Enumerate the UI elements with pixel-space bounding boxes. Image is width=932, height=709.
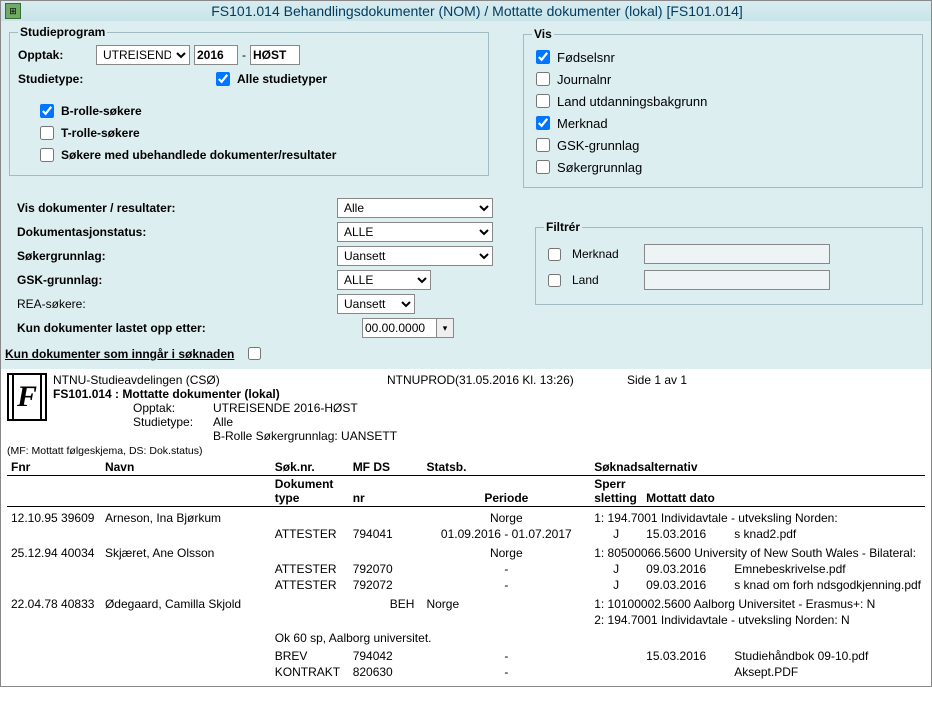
rea-select[interactable]: Uansett (337, 294, 415, 314)
report-table: Fnr Navn Søk.nr. MF DS Statsb. Søknadsal… (7, 459, 925, 680)
alle-studietyper-checkbox[interactable] (216, 72, 230, 86)
vis-land-checkbox[interactable] (536, 94, 550, 108)
kun-dato-label: Kun dokumenter lastet opp etter: (17, 321, 337, 335)
t-rolle-checkbox[interactable] (40, 126, 54, 140)
studieprogram-group: Studieprogram Opptak: UTREISENDE - Studi… (9, 25, 489, 176)
report-logo: F (7, 373, 47, 421)
table-row: ATTESTER 792072 - J 09.03.2016 s knad om… (7, 577, 925, 593)
filtrer-legend: Filtrér (544, 220, 582, 234)
kun-inngar-checkbox[interactable] (248, 347, 261, 360)
vis-fodselsnr-checkbox[interactable] (536, 50, 550, 64)
vis-journalnr-checkbox[interactable] (536, 72, 550, 86)
table-row: ATTESTER 794041 01.09.2016 - 01.07.2017 … (7, 526, 925, 542)
report-page: Side 1 av 1 (627, 373, 687, 387)
ubehandlede-checkbox[interactable] (40, 148, 54, 162)
filtrer-land-input[interactable] (644, 270, 830, 290)
vis-legend: Vis (532, 27, 554, 41)
table-row: Ok 60 sp, Aalborg universitet. (7, 628, 925, 648)
titlebar: ⊞ FS101.014 Behandlingsdokumenter (NOM) … (1, 1, 931, 21)
studieprogram-legend: Studieprogram (18, 25, 107, 39)
rea-label: REA-søkere: (17, 297, 337, 311)
app-icon: ⊞ (5, 3, 21, 19)
b-rolle-checkbox[interactable] (40, 104, 54, 118)
report-timestamp: (31.05.2016 Kl. 13:26) (455, 373, 574, 387)
filtrer-merknad-checkbox[interactable] (548, 248, 561, 261)
kun-dato-picker-button[interactable]: ▾ (436, 318, 454, 338)
gsk-label: GSK-grunnlag: (17, 273, 337, 287)
dok-status-label: Dokumentasjonstatus: (17, 225, 337, 239)
table-row: 2: 194.7001 Individavtale - utveksling N… (7, 612, 925, 628)
kun-inngar-label: Kun dokumenter som inngår i søknaden (5, 347, 234, 361)
filtrer-group: Filtrér Merknad Land (535, 220, 923, 305)
table-row: 22.04.78 40833 Ødegaard, Camilla Skjold … (7, 593, 925, 612)
studietype-label: Studietype: (18, 72, 92, 86)
vis-group: Vis Fødselsnr Journalnr Land utdanningsb… (523, 27, 923, 188)
mf-note: (MF: Mottatt følgeskjema, DS: Dok.status… (7, 445, 925, 457)
filtrer-land-checkbox[interactable] (548, 274, 561, 287)
table-row: BREV 794042 - 15.03.2016 Studiehåndbok 0… (7, 648, 925, 664)
gsk-select[interactable]: ALLE (337, 270, 431, 290)
sokergrunnlag-select[interactable]: Uansett (337, 246, 493, 266)
kun-dato-input[interactable] (362, 318, 436, 338)
year-input[interactable] (194, 45, 238, 65)
alle-studietyper-label: Alle studietyper (237, 72, 327, 86)
app-window: ⊞ FS101.014 Behandlingsdokumenter (NOM) … (0, 0, 932, 687)
table-row: KONTRAKT 820630 - Aksept.PDF (7, 664, 925, 680)
table-row: 25.12.94 40034 Skjæret, Ane Olsson Norge… (7, 542, 925, 561)
table-row: 12.10.95 39609 Arneson, Ina Bjørkum Norg… (7, 507, 925, 527)
opptak-select[interactable]: UTREISENDE (96, 45, 190, 65)
filtrer-merknad-input[interactable] (644, 244, 830, 264)
vis-gsk-checkbox[interactable] (536, 138, 550, 152)
semester-input[interactable] (250, 45, 300, 65)
report-org: NTNU-Studieavdelingen (CSØ) (53, 373, 387, 387)
window-title: FS101.014 Behandlingsdokumenter (NOM) / … (27, 3, 927, 19)
report-title: FS101.014 : Mottatte dokumenter (lokal) (53, 387, 925, 401)
vis-sokergrunnlag-checkbox[interactable] (536, 160, 550, 174)
vis-dok-label: Vis dokumenter / resultater: (17, 201, 337, 215)
sokergrunnlag-label: Søkergrunnlag: (17, 249, 337, 263)
table-row: ATTESTER 792070 - J 09.03.2016 Emnebeskr… (7, 561, 925, 577)
vis-dok-select[interactable]: Alle (337, 198, 493, 218)
opptak-label: Opptak: (18, 48, 92, 62)
report-server: NTNUPROD (387, 373, 455, 387)
report-area: F NTNU-Studieavdelingen (CSØ) NTNUPROD(3… (1, 369, 931, 686)
dok-status-select[interactable]: ALLE (337, 222, 493, 242)
vis-merknad-checkbox[interactable] (536, 116, 550, 130)
